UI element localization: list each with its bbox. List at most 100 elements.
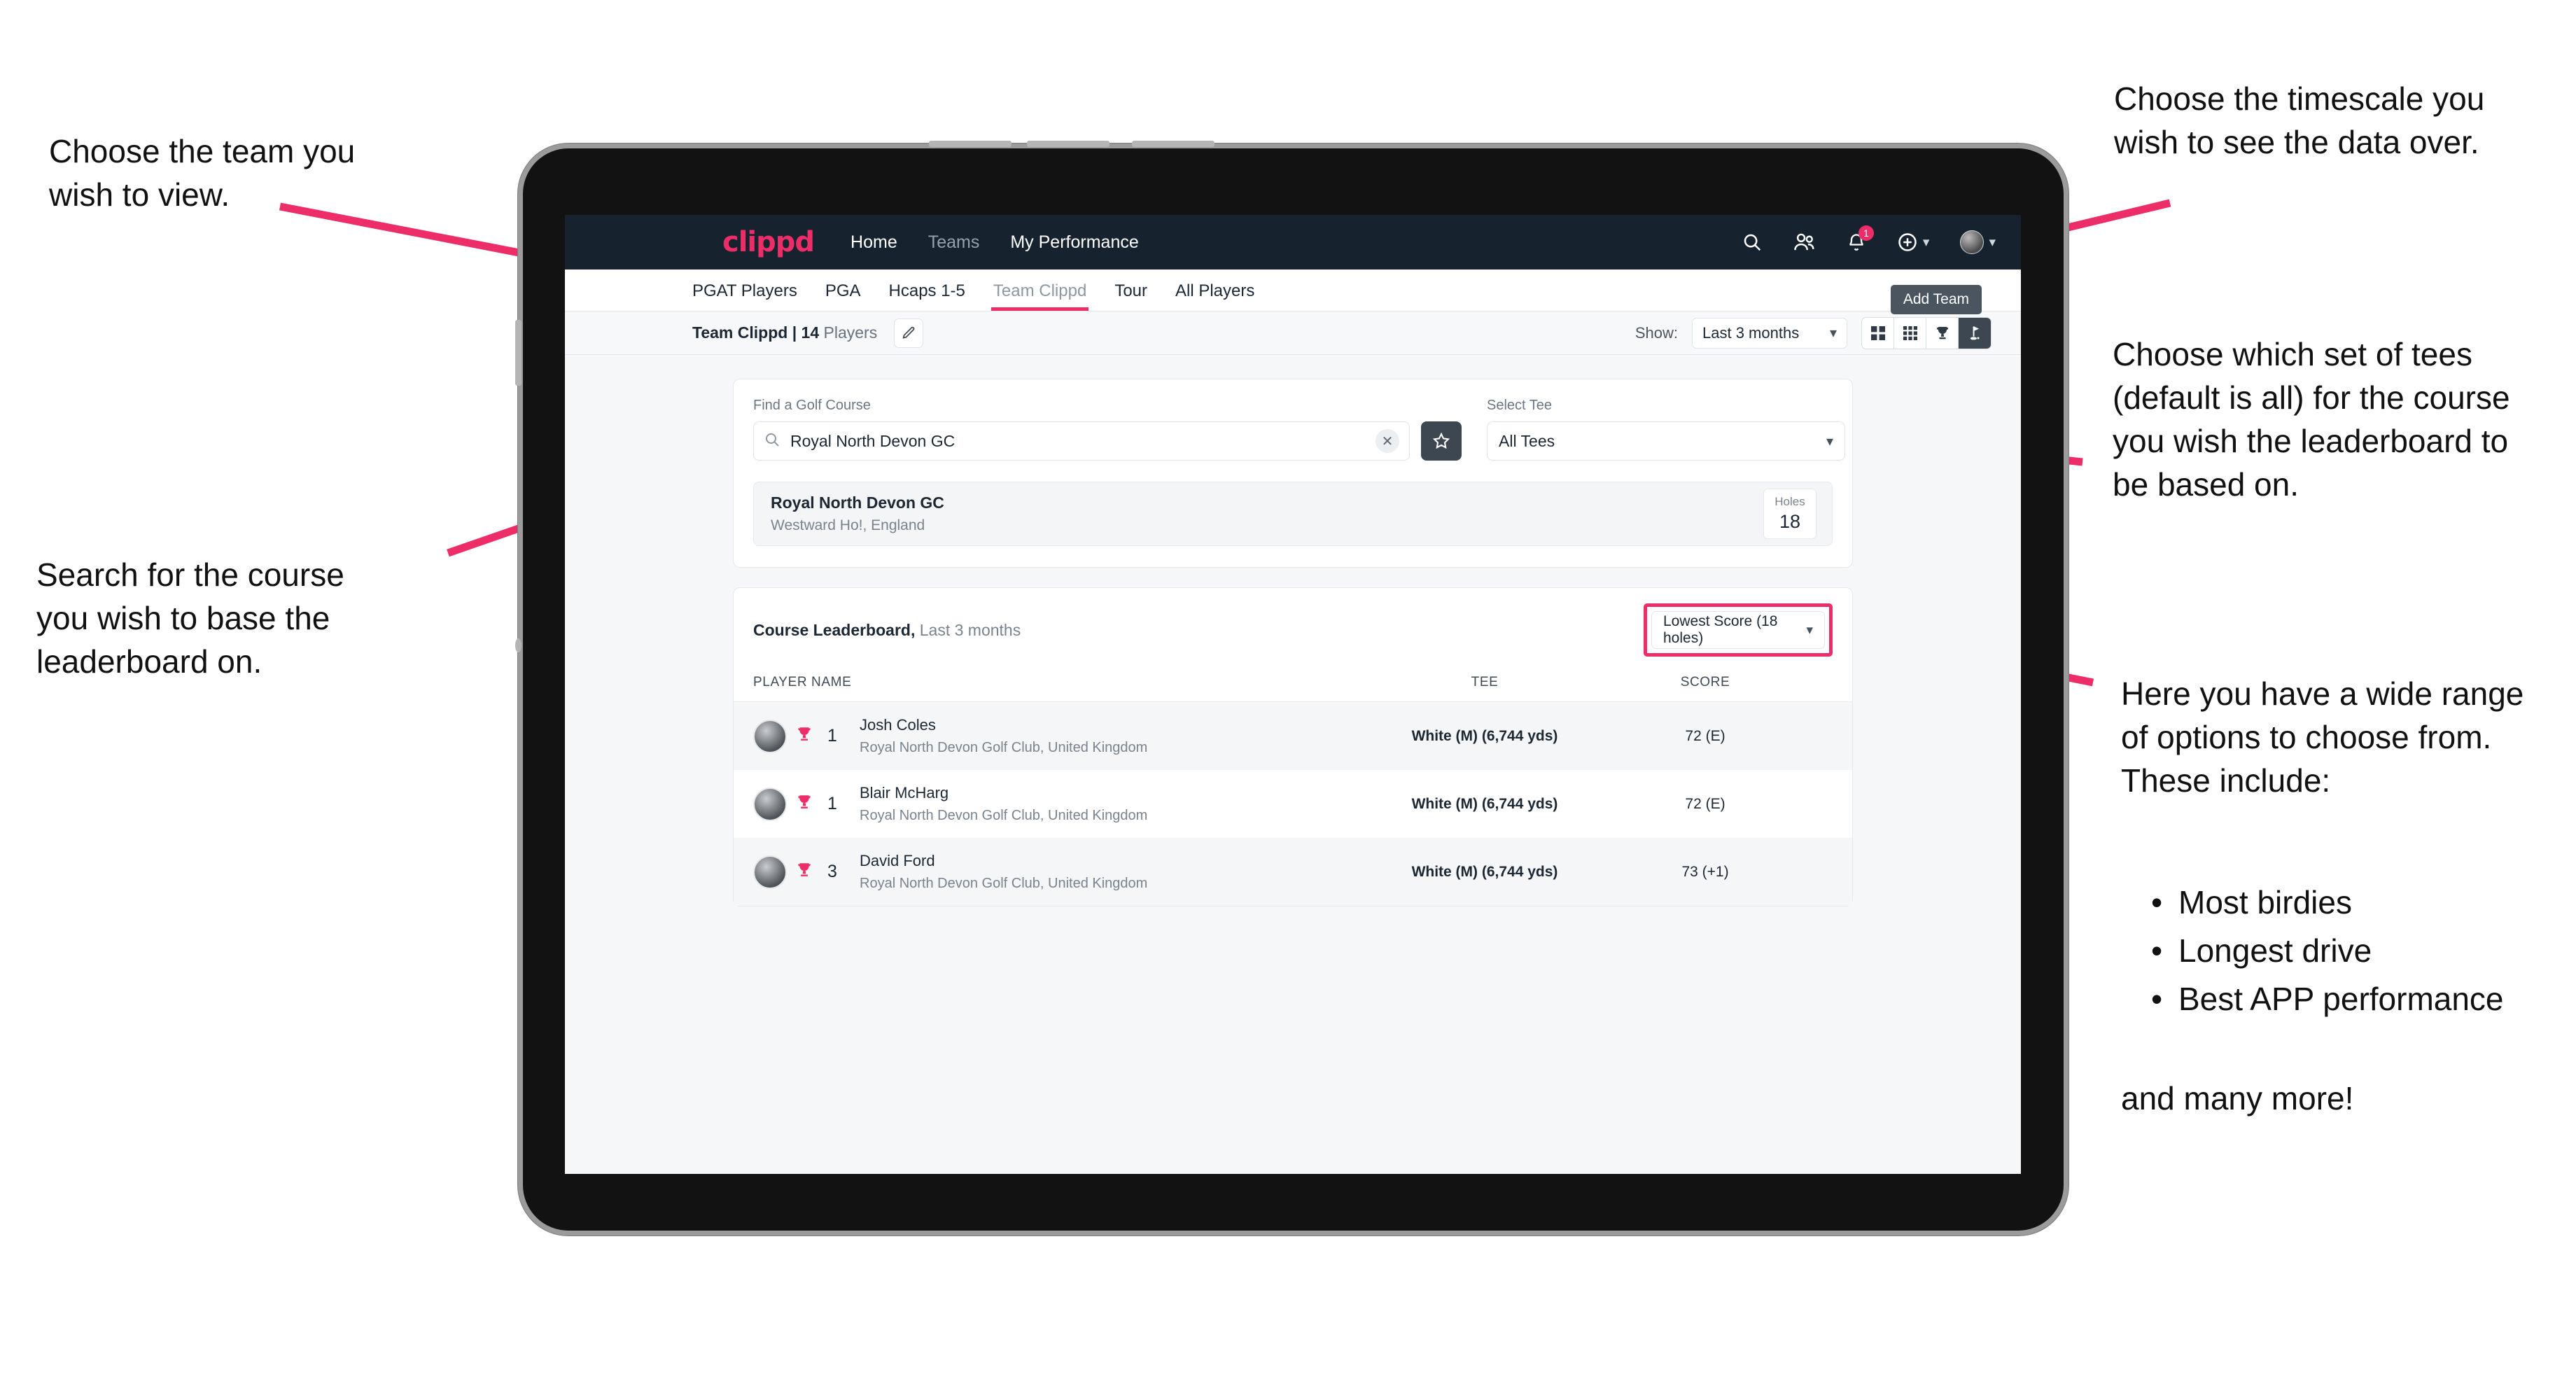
player-tee: White (M) (6,744 yds) xyxy=(1411,727,1558,744)
clippd-logo[interactable]: clippd xyxy=(722,226,815,258)
nav-link-teams[interactable]: Teams xyxy=(928,232,980,253)
tab-team-clippd[interactable]: Team Clippd xyxy=(990,281,1089,311)
tablet-side-button xyxy=(515,320,522,386)
search-icon xyxy=(764,431,780,451)
screenshot-stage: Choose the team you wish to view. Choose… xyxy=(0,0,2576,1386)
course-result-card[interactable]: Royal North Devon GC Westward Ho!, Engla… xyxy=(753,482,1833,546)
player-rank: 1 xyxy=(827,726,837,746)
metric-select-highlight: Lowest Score (18 holes) ▾ xyxy=(1644,603,1833,657)
nav-link-home[interactable]: Home xyxy=(850,232,897,253)
annotation-options-outro: and many more! xyxy=(2121,1080,2354,1116)
tab-tour[interactable]: Tour xyxy=(1114,281,1147,311)
tab-all-players[interactable]: All Players xyxy=(1175,281,1254,311)
chevron-down-icon: ▾ xyxy=(1826,433,1833,449)
player-rank: 3 xyxy=(827,862,837,881)
people-icon[interactable] xyxy=(1793,232,1816,253)
player-score: 72 (E) xyxy=(1685,727,1726,744)
player-info: David Ford Royal North Devon Golf Club, … xyxy=(860,852,1147,892)
course-search-input[interactable]: Royal North Devon GC ✕ xyxy=(753,421,1410,461)
view-toggle-group xyxy=(1861,316,1991,349)
tab-pga[interactable]: PGA xyxy=(825,281,861,311)
add-team-tooltip: Add Team xyxy=(1890,285,1982,314)
team-name: Team Clippd xyxy=(692,323,788,342)
bullet-dot: • xyxy=(2150,932,2163,969)
leaderboard-subtitle: Last 3 months xyxy=(915,620,1021,639)
course-result-location: Westward Ho!, England xyxy=(771,517,925,533)
team-players-word: Players xyxy=(819,323,878,342)
plus-circle-icon[interactable]: ▾ xyxy=(1897,232,1930,253)
grid-3x3-view-button[interactable] xyxy=(1894,317,1926,349)
player-cell: 1 Blair McHarg Royal North Devon Golf Cl… xyxy=(753,784,1369,824)
tablet-power-button xyxy=(1132,141,1214,147)
show-label: Show: xyxy=(1634,323,1678,342)
leaderboard-title: Course Leaderboard, xyxy=(753,620,916,639)
player-name: Josh Coles xyxy=(860,716,936,734)
tab-hcaps-1-5[interactable]: Hcaps 1-5 xyxy=(889,281,965,311)
table-row[interactable]: 1 Josh Coles Royal North Devon Golf Club… xyxy=(734,702,1852,770)
player-tee: White (M) (6,744 yds) xyxy=(1411,795,1558,812)
leaderboard-metric-select[interactable]: Lowest Score (18 holes) ▾ xyxy=(1651,611,1825,649)
app-screen: clippd Home Teams My Performance 1 ▾ ▾ P… xyxy=(565,215,2021,1174)
player-cell: 3 David Ford Royal North Devon Golf Club… xyxy=(753,852,1369,892)
select-tee-label: Select Tee xyxy=(1487,398,1553,413)
holes-label: Holes xyxy=(1774,495,1805,508)
chevron-down-icon: ▾ xyxy=(1806,622,1813,638)
tee-select[interactable]: All Tees ▾ xyxy=(1487,421,1845,461)
annotation-options-intro: Here you have a wide range of options to… xyxy=(2121,676,2524,799)
annotation-choose-timescale: Choose the timescale you wish to see the… xyxy=(2114,80,2485,161)
metric-value: Lowest Score (18 holes) xyxy=(1663,613,1778,646)
leaderboard-column-headers: PLAYER NAME TEE SCORE xyxy=(734,671,1852,702)
chevron-down-icon[interactable]: ▾ xyxy=(1923,234,1930,251)
bell-icon[interactable]: 1 xyxy=(1847,225,1874,253)
player-club: Royal North Devon Golf Club, United King… xyxy=(860,740,1148,755)
course-search-row: Find a Golf Course Royal North Devon GC xyxy=(734,379,1852,482)
player-info: Josh Coles Royal North Devon Golf Club, … xyxy=(860,716,1147,756)
search-icon[interactable] xyxy=(1742,232,1763,253)
option-item: Longest drive xyxy=(2178,932,2372,969)
course-result-name: Royal North Devon GC xyxy=(771,493,944,512)
option-item: Most birdies xyxy=(2178,884,2352,920)
player-rank: 1 xyxy=(827,794,837,813)
table-row[interactable]: 1 Blair McHarg Royal North Devon Golf Cl… xyxy=(734,770,1852,838)
avatar xyxy=(753,787,787,821)
player-club: Royal North Devon Golf Club, United King… xyxy=(860,808,1148,823)
grid-2x2-view-button[interactable] xyxy=(1862,317,1894,349)
subheader-controls: Show: Last 3 months ▾ xyxy=(1634,316,1991,349)
player-club: Royal North Devon Golf Club, United King… xyxy=(860,876,1148,891)
nav-link-my-performance[interactable]: My Performance xyxy=(1010,232,1138,253)
column-player-name: PLAYER NAME xyxy=(753,675,852,690)
favourite-star-button[interactable] xyxy=(1421,421,1462,461)
bullet-dot: • xyxy=(2150,884,2163,920)
course-field-wrap: Find a Golf Course Royal North Devon GC xyxy=(753,398,1462,461)
trophy-icon xyxy=(795,725,813,747)
navbar-actions: 1 ▾ ▾ xyxy=(1742,215,1996,270)
avatar xyxy=(753,719,787,753)
leaderboard-header: Course Leaderboard, Last 3 months Lowest… xyxy=(734,588,1852,671)
tee-field-wrap: Select Tee All Tees ▾ xyxy=(1487,398,1845,461)
tab-pgat-players[interactable]: PGAT Players xyxy=(692,281,797,311)
period-select[interactable]: Last 3 months ▾ xyxy=(1692,317,1847,349)
player-name: Blair McHarg xyxy=(860,784,949,802)
annotation-choose-tees: Choose which set of tees (default is all… xyxy=(2113,336,2510,503)
team-subheader: Team Clippd | 14 Players Show: Last 3 mo… xyxy=(565,285,2021,355)
page-content: Find a Golf Course Royal North Devon GC xyxy=(565,355,2021,906)
team-summary: Team Clippd | 14 Players xyxy=(692,323,877,342)
avatar[interactable]: ▾ xyxy=(1960,230,1996,254)
table-row[interactable]: 3 David Ford Royal North Devon Golf Club… xyxy=(734,838,1852,906)
player-tee: White (M) (6,744 yds) xyxy=(1411,863,1558,880)
course-leaderboard-panel: Course Leaderboard, Last 3 months Lowest… xyxy=(733,587,1853,906)
trophy-icon xyxy=(795,793,813,815)
bullet-dot: • xyxy=(2150,981,2163,1017)
notification-badge: 1 xyxy=(1858,225,1874,241)
team-player-count: 14 xyxy=(801,323,820,342)
tablet-volume-button-up xyxy=(929,141,1011,147)
annotation-options-list: • Most birdies • Longest drive • Best AP… xyxy=(2150,878,2576,1023)
primary-nav: Home Teams My Performance xyxy=(850,232,1139,253)
course-search-label: Find a Golf Course xyxy=(753,398,871,413)
course-view-button[interactable] xyxy=(1959,317,1991,349)
edit-team-button[interactable] xyxy=(894,318,924,348)
chevron-down-icon[interactable]: ▾ xyxy=(1989,234,1996,251)
close-icon[interactable]: ✕ xyxy=(1376,429,1399,453)
trophy-view-button[interactable] xyxy=(1926,317,1959,349)
player-info: Blair McHarg Royal North Devon Golf Club… xyxy=(860,784,1147,824)
